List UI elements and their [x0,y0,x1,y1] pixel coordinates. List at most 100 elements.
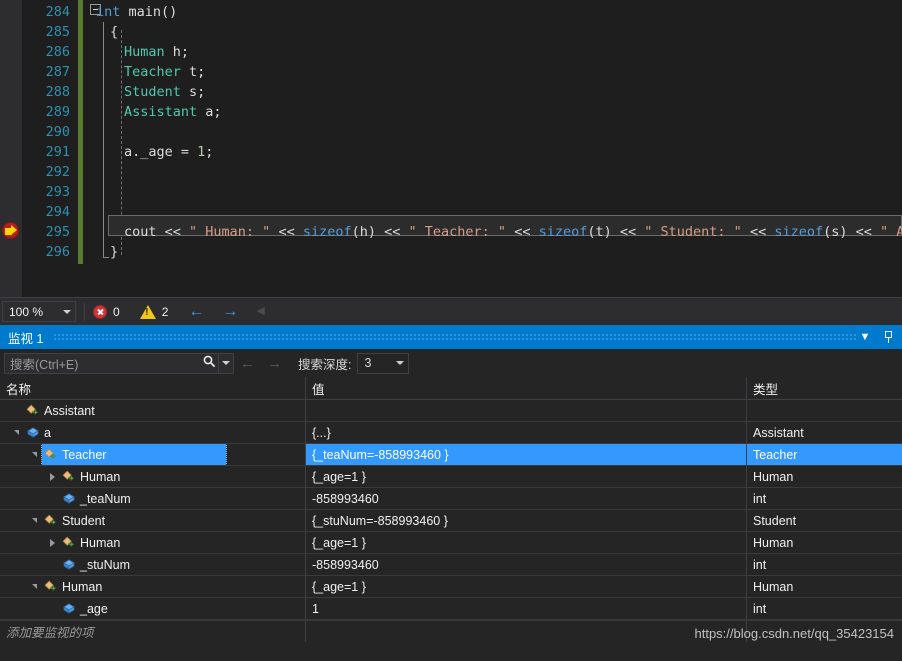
pin-icon[interactable] [880,329,896,345]
watch-row-value-cell[interactable]: {_teaNum=-858993460 } [306,444,747,465]
code-line[interactable]: } [110,242,118,262]
watch-row[interactable]: Teacher {_teaNum=-858993460 } Teacher [0,444,902,466]
watch-row-name-cell[interactable]: _teaNum [0,488,306,509]
expander-expanded-icon[interactable] [26,451,42,457]
code-line[interactable]: Human h; [124,42,189,62]
expander-expanded-icon[interactable] [26,583,42,589]
watch-row-value-cell[interactable]: {_stuNum=-858993460 } [306,510,747,531]
code-line[interactable]: { [110,22,118,42]
code-token: t; [180,64,206,80]
warning-count-item[interactable]: 2 [139,304,168,319]
watch-row[interactable]: Human {_age=1 } Human [0,466,902,488]
watch-row-type-cell: Teacher [747,444,902,465]
watch-row-name: Human [62,579,103,594]
add-watch-value-cell[interactable] [306,621,747,642]
line-number: 293 [45,184,70,200]
watch-row-name-cell[interactable]: Assistant [0,400,306,421]
watch-row[interactable]: Human {_age=1 } Human [0,576,902,598]
expander-expanded-icon[interactable] [26,517,42,523]
code-line[interactable]: Teacher t; [124,62,205,82]
column-header-name[interactable]: 名称 [0,377,306,399]
watch-row-value-cell[interactable]: 1 [306,598,747,619]
watch-row-value-cell[interactable]: {_age=1 } [306,532,747,553]
watch-row-type-cell: Human [753,535,794,550]
class-icon-svg [26,404,38,415]
search-next-icon[interactable]: → [267,356,282,371]
drag-grip[interactable] [53,332,856,342]
code-line[interactable]: Student s; [124,82,205,102]
collapse-panel-icon[interactable]: ◀ [256,306,264,317]
error-count-item[interactable]: 0 [93,304,120,319]
add-watch-placeholder: 添加要监视的项 [0,621,306,642]
warning-icon [139,304,156,319]
watch-row-name-cell[interactable]: Human [0,576,306,597]
watch-row[interactable]: Assistant [0,400,902,422]
grid-body: Assistant a {...} Assistant Teacher {_teaNum=… [0,400,902,620]
watch-row-name-cell[interactable]: Student [0,510,306,531]
watch-row-name-cell[interactable]: _stuNum [0,554,306,575]
watch-row-name-cell[interactable]: Human [0,532,306,553]
field-icon-svg [27,427,39,438]
watch-row-name-cell[interactable]: Human [0,466,306,487]
watch-row[interactable]: _age 1 int [0,598,902,620]
error-icon [93,304,107,319]
watch-row[interactable]: _teaNum -858993460 int [0,488,902,510]
panel-menu-icon[interactable]: ▼ [856,331,874,343]
code-text-area[interactable]: 284 int main() 285 {286 Human h; 287 Teacher t… [0,0,902,297]
code-editor[interactable]: 284 int main() 285 {286 Human h; 287 Teacher t… [0,0,902,297]
triangle-icon [31,517,37,523]
grid-header-row: 名称 值 类型 [0,377,902,400]
watch-row-name: Human [80,535,121,550]
code-line[interactable]: Assistant a; [124,102,222,122]
watch-row-name-cell[interactable]: a [0,422,306,443]
chevron-down-icon [63,309,71,314]
column-header-type[interactable]: 类型 [747,377,902,399]
watch-row-value-cell[interactable]: {...} [306,422,747,443]
code-token: (s) << [823,224,881,240]
watch-row-value-cell[interactable]: -858993460 [306,554,747,575]
watch-row-name-cell[interactable]: _age [0,598,306,619]
code-line[interactable]: int main() [96,2,177,22]
code-token: << [506,224,539,240]
search-depth-dropdown[interactable]: 3 [357,352,410,374]
watch-row-name: Human [80,469,121,484]
field-icon-svg [63,493,75,504]
zoom-level-dropdown[interactable]: 100 % [2,301,76,322]
triangle-icon [31,583,37,589]
search-depth-value: 3 [364,356,372,370]
watch-row-value-cell[interactable]: {_age=1 } [306,576,747,597]
watch-row-value-cell[interactable]: -858993460 [306,488,747,509]
watch-row[interactable]: a {...} Assistant [0,422,902,444]
watch-row-value-cell[interactable]: {_age=1 } [306,466,747,487]
watch-row-name-cell[interactable]: Teacher [0,444,306,465]
line-number: 286 [45,44,70,60]
code-token: main [128,4,162,20]
column-header-value[interactable]: 值 [306,377,747,399]
code-line[interactable]: a._age = 1; [124,142,213,162]
expander-collapsed-icon[interactable] [44,472,60,481]
watch-panel-titlebar[interactable]: 监视 1 ▼ [0,325,902,349]
watch-row-value-cell[interactable] [306,400,747,421]
expander-expanded-icon[interactable] [8,429,24,435]
line-number: 290 [45,124,70,140]
editor-status-bar: 100 % 0 2 ← → ◀ [0,297,902,325]
watch-row-type-cell: int [753,491,767,506]
navigate-forward-icon[interactable]: → [222,303,238,320]
add-watch-row[interactable]: 添加要监视的项 [0,620,902,642]
line-number: 296 [45,244,70,260]
watch-row[interactable]: Student {_stuNum=-858993460 } Student [0,510,902,532]
code-line[interactable]: cout << " Human: " << sizeof(h) << " Tea… [124,222,902,242]
search-icon[interactable] [200,355,218,371]
field-icon [60,492,78,505]
watch-row[interactable]: _stuNum -858993460 int [0,554,902,576]
watch-row[interactable]: Human {_age=1 } Human [0,532,902,554]
class-icon [42,448,60,462]
search-input[interactable]: 搜索(Ctrl+E) [4,352,234,374]
search-options-dropdown[interactable] [218,353,233,373]
expander-collapsed-icon[interactable] [44,538,60,547]
error-count-label: 0 [113,304,120,319]
watch-row-type-cell: int [753,557,767,572]
navigate-back-icon[interactable]: ← [188,303,204,320]
search-prev-icon[interactable]: ← [240,356,255,371]
add-watch-type-cell[interactable] [747,621,902,642]
